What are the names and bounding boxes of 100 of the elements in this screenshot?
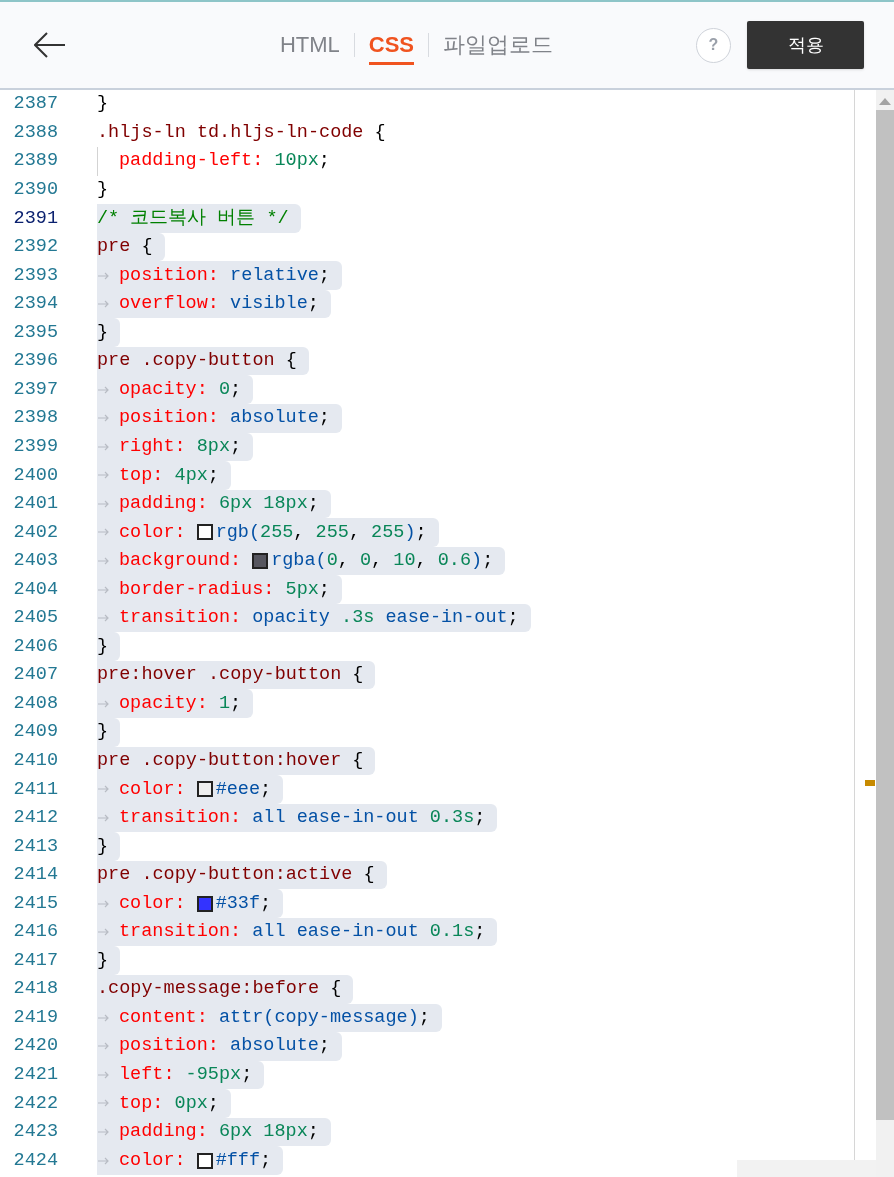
code-text: color: bbox=[119, 1148, 186, 1173]
code-text: left: -95px; bbox=[119, 1063, 253, 1087]
code-text: pre { bbox=[97, 235, 153, 260]
tab-arrow-icon bbox=[98, 1155, 110, 1166]
line-number: 2408 bbox=[12, 691, 58, 716]
code-text: transition: all ease-in-out 0.3s; bbox=[119, 806, 486, 831]
code-text: position: absolute; bbox=[119, 1034, 330, 1059]
line-number: 2402 bbox=[12, 520, 58, 545]
line-number: 2407 bbox=[12, 663, 58, 688]
line-number: 2419 bbox=[12, 1005, 58, 1030]
tab-arrow-icon bbox=[98, 498, 110, 509]
ruler-marker bbox=[865, 780, 875, 786]
color-swatch-icon[interactable] bbox=[196, 1152, 213, 1169]
code-text: } bbox=[97, 720, 109, 745]
code-text: top: 0px; bbox=[119, 1091, 219, 1116]
line-number: 2392 bbox=[12, 235, 58, 260]
color-swatch-icon[interactable] bbox=[196, 895, 213, 912]
line-number: 2414 bbox=[12, 863, 58, 888]
line-number: 2394 bbox=[12, 292, 58, 317]
tab-arrow-icon bbox=[98, 470, 110, 481]
line-number: 2393 bbox=[12, 263, 58, 288]
code-text: } bbox=[97, 320, 109, 345]
line-number: 2406 bbox=[12, 634, 58, 659]
tab-arrow-icon bbox=[98, 441, 110, 452]
code-text: right: 8px; bbox=[119, 434, 242, 459]
line-number: 2415 bbox=[12, 891, 58, 916]
line-number: 2416 bbox=[12, 920, 58, 945]
line-number: 2421 bbox=[12, 1063, 58, 1087]
code-text: .hljs-ln td.hljs-ln-code { bbox=[97, 120, 386, 145]
line-number: 2412 bbox=[12, 806, 58, 831]
code-text: pre .copy-button:active { bbox=[97, 863, 375, 888]
line-number: 2389 bbox=[12, 149, 58, 174]
line-number: 2391 bbox=[12, 206, 58, 231]
back-arrow-icon bbox=[34, 32, 66, 58]
tab-arrow-icon bbox=[98, 1126, 110, 1137]
code-text: padding: 6px 18px; bbox=[119, 492, 319, 517]
line-number: 2410 bbox=[12, 748, 58, 773]
code-text: overflow: visible; bbox=[119, 292, 319, 317]
apply-button[interactable]: 적용 bbox=[747, 21, 864, 69]
code-text: #33f; bbox=[215, 891, 272, 916]
line-number: 2401 bbox=[12, 492, 58, 517]
code-text: transition: opacity .3s ease-in-out; bbox=[119, 606, 519, 631]
line-number: 2417 bbox=[12, 948, 58, 973]
code-text: border-radius: 5px; bbox=[119, 577, 330, 602]
code-text: #eee; bbox=[215, 777, 272, 802]
code-text: background: bbox=[119, 549, 242, 574]
code-text: position: absolute; bbox=[119, 406, 330, 431]
line-number: 2413 bbox=[12, 834, 58, 859]
line-number: 2405 bbox=[12, 606, 58, 631]
tab-arrow-icon bbox=[98, 613, 110, 624]
code-text: pre:hover .copy-button { bbox=[97, 663, 364, 688]
line-number: 2403 bbox=[12, 549, 58, 574]
tab-arrow-icon bbox=[98, 698, 110, 709]
color-swatch-icon[interactable] bbox=[196, 524, 213, 541]
editor-tab[interactable]: CSS bbox=[368, 25, 415, 65]
color-swatch-icon[interactable] bbox=[252, 553, 269, 569]
tab-arrow-icon bbox=[98, 384, 110, 395]
code-text: } bbox=[97, 634, 109, 659]
editor-tab[interactable]: 파일업로드 bbox=[443, 25, 554, 65]
code-text: top: 4px; bbox=[119, 463, 219, 488]
color-swatch-icon[interactable] bbox=[196, 781, 213, 798]
code-text: } bbox=[97, 92, 109, 117]
code-text: color: bbox=[119, 891, 186, 916]
code-text: padding: 6px 18px; bbox=[119, 1120, 319, 1145]
tab-arrow-icon bbox=[98, 784, 110, 795]
code-text: .copy-message:before { bbox=[97, 977, 342, 1002]
tab-arrow-icon bbox=[98, 1098, 110, 1109]
tab-arrow-icon bbox=[98, 413, 110, 424]
code-text: /* 코드복사 버튼 */ bbox=[97, 206, 289, 231]
tab-arrow-icon bbox=[98, 1041, 110, 1052]
code-text: } bbox=[97, 178, 109, 203]
code-text: pre .copy-button:hover { bbox=[97, 748, 364, 773]
line-number: 2387 bbox=[12, 92, 58, 117]
help-button[interactable]: ? bbox=[696, 27, 731, 63]
line-number: 2399 bbox=[12, 434, 58, 459]
tab-arrow-icon bbox=[98, 898, 110, 909]
tab-arrow-icon bbox=[98, 527, 110, 538]
tab-arrow-icon bbox=[98, 812, 110, 823]
code-text: opacity: 0; bbox=[119, 377, 242, 402]
tab-arrow-icon bbox=[98, 299, 110, 310]
editor-tab[interactable]: HTML bbox=[279, 25, 340, 65]
code-text: rgba(0, 0, 10, 0.6); bbox=[271, 549, 494, 574]
line-number: 2396 bbox=[12, 349, 58, 374]
line-number: 2404 bbox=[12, 577, 58, 602]
line-number: 2395 bbox=[12, 320, 58, 345]
tab-arrow-icon bbox=[98, 1069, 110, 1080]
line-number: 2390 bbox=[12, 178, 58, 203]
line-number: 2400 bbox=[12, 463, 58, 488]
line-number: 2397 bbox=[12, 377, 58, 402]
code-text: #fff; bbox=[215, 1148, 272, 1173]
tab-arrow-icon bbox=[98, 1012, 110, 1023]
code-text: position: relative; bbox=[119, 263, 330, 288]
code-text: } bbox=[97, 948, 109, 973]
line-number: 2388 bbox=[12, 120, 58, 145]
code-text: pre .copy-button { bbox=[97, 349, 297, 374]
line-number: 2422 bbox=[12, 1091, 58, 1116]
line-number: 2398 bbox=[12, 406, 58, 431]
tab-arrow-icon bbox=[98, 556, 110, 566]
code-text: color: bbox=[119, 777, 186, 802]
tab-arrow-icon bbox=[98, 270, 110, 281]
